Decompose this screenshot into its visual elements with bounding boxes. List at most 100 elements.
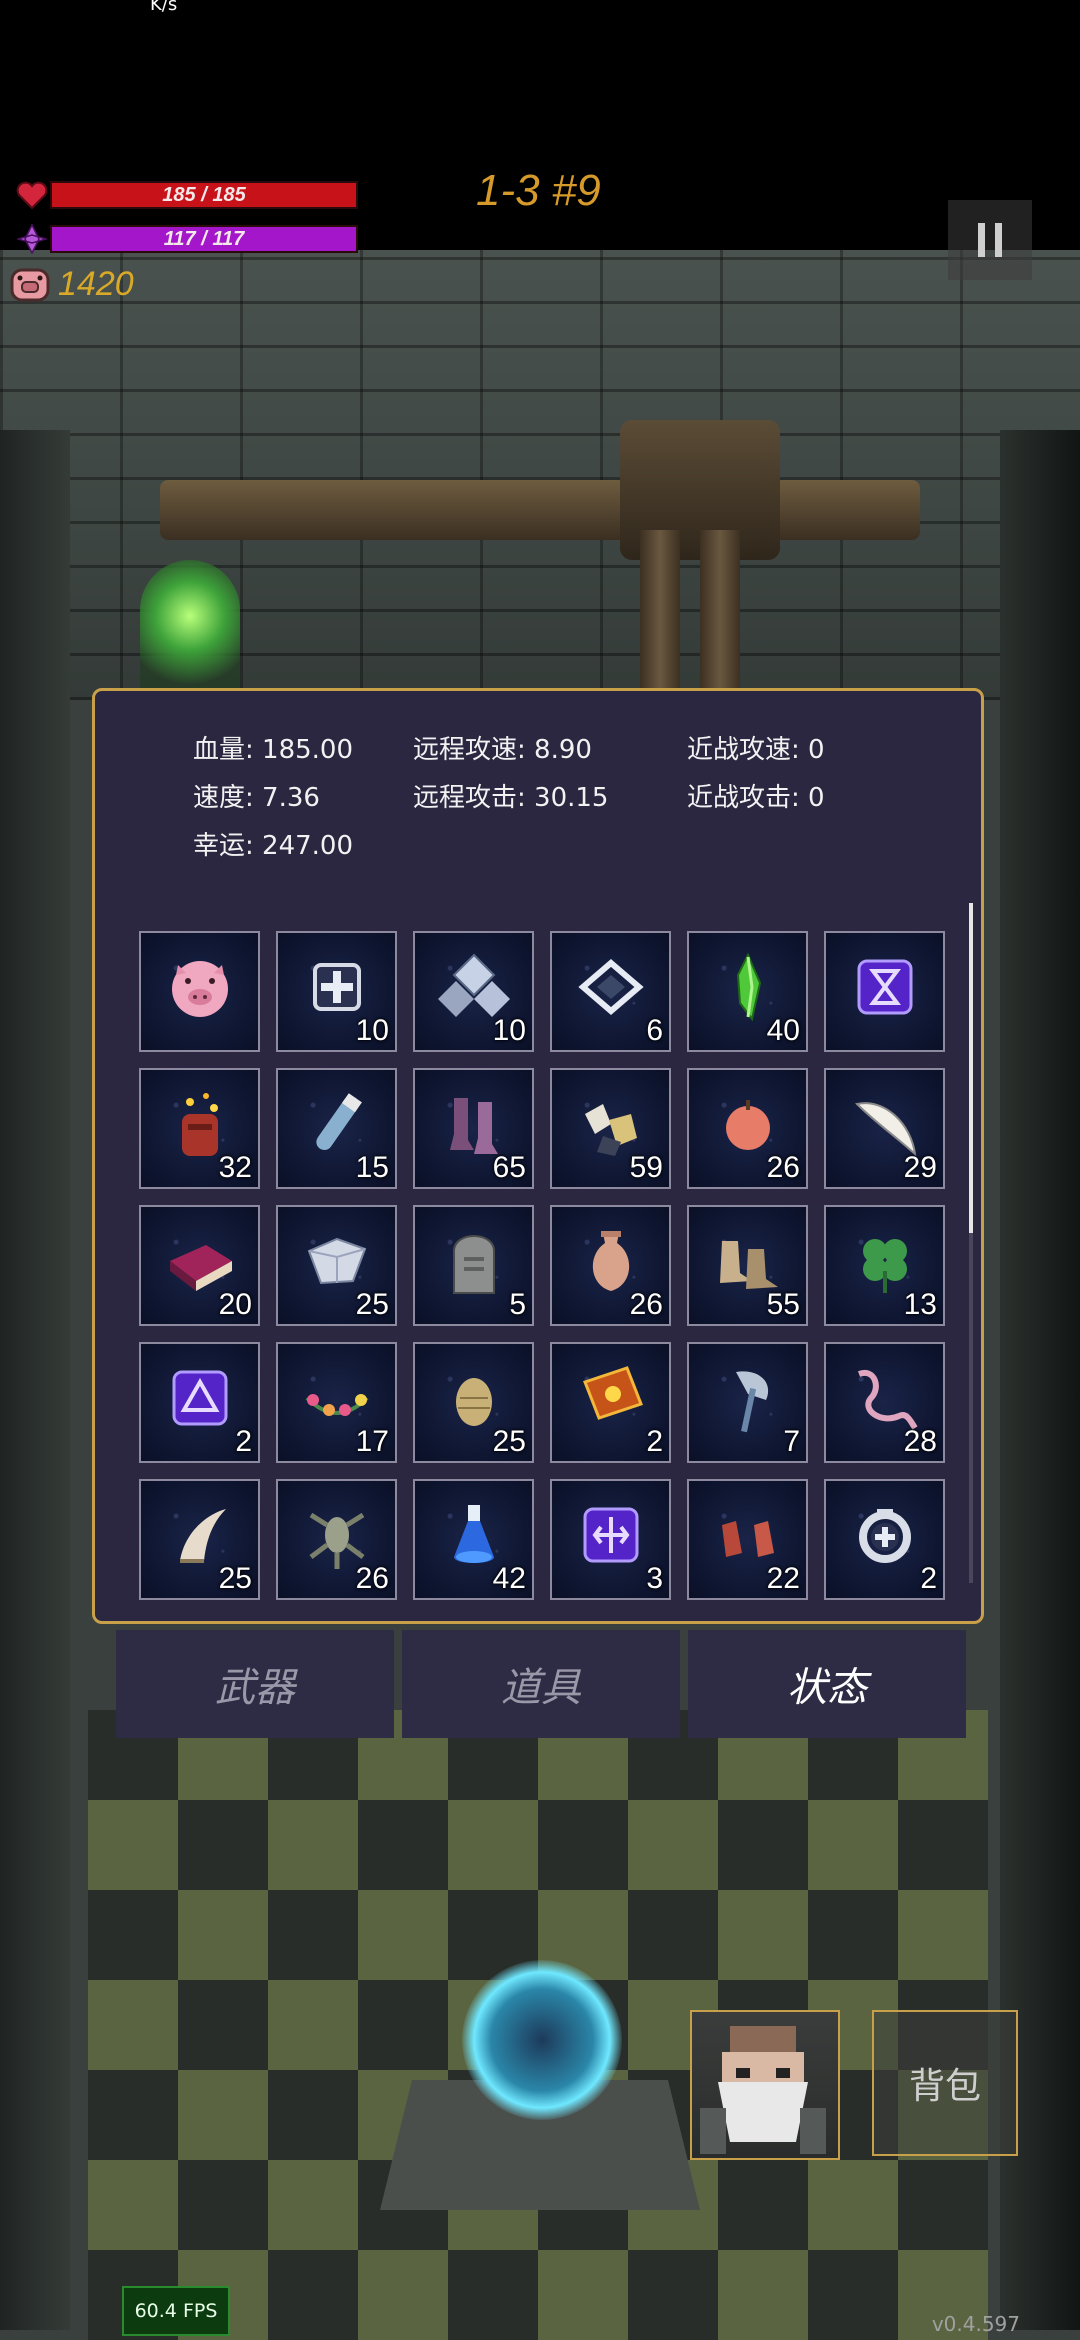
item-count: 32 (218, 1151, 252, 1184)
inventory-slot[interactable]: 29 (824, 1068, 945, 1189)
triangle-rune-icon (172, 1370, 227, 1426)
inventory-slot[interactable]: 20 (139, 1205, 260, 1326)
item-count: 40 (766, 1014, 800, 1047)
item-count: 15 (355, 1151, 389, 1184)
inventory-slot[interactable]: 25 (413, 1342, 534, 1463)
inventory-slot[interactable]: 32 (139, 1068, 260, 1189)
item-count: 2 (920, 1562, 937, 1595)
item-count: 28 (903, 1425, 937, 1458)
inventory-slot[interactable]: 7 (687, 1342, 808, 1463)
item-grid: 10 10 6 40 32 15 65 59 26 29 20 25 5 26 55 13 2 17 25 2 7 28 2… (139, 931, 945, 1600)
item-count: 59 (629, 1151, 663, 1184)
inventory-slot[interactable]: 2 (139, 1342, 260, 1463)
item-count: 26 (766, 1151, 800, 1184)
inventory-slot[interactable]: 13 (824, 1205, 945, 1326)
silver-ring-icon (858, 1508, 911, 1563)
scrollbar[interactable] (969, 903, 973, 1583)
coin-counter: 1420 (8, 264, 134, 304)
inventory-slot[interactable]: 5 (413, 1205, 534, 1326)
item-count: 25 (492, 1425, 526, 1458)
inventory-slot[interactable]: 10 (276, 931, 397, 1052)
inventory-slot[interactable]: 22 (687, 1479, 808, 1600)
item-count: 55 (766, 1288, 800, 1321)
item-count: 10 (355, 1014, 389, 1047)
golden-tome-icon (582, 1365, 643, 1420)
pig-coin-icon (10, 268, 50, 302)
tab-status[interactable]: 状态 (688, 1630, 966, 1738)
glowing-jar (140, 560, 240, 700)
inventory-slot[interactable]: 25 (276, 1205, 397, 1326)
stat-hp: 血量: 185.00 (193, 735, 354, 765)
split-rune-icon (583, 1507, 638, 1563)
scroll-thumb[interactable] (969, 903, 973, 1233)
item-count: 17 (355, 1425, 389, 1458)
heart-icon (14, 180, 50, 210)
inventory-slot[interactable]: 26 (550, 1205, 671, 1326)
tab-weapons[interactable]: 武器 (116, 1630, 394, 1738)
inventory-slot[interactable]: 3 (550, 1479, 671, 1600)
item-count: 65 (492, 1151, 526, 1184)
portal-vortex (462, 1960, 622, 2120)
health-value: 185 / 185 (162, 184, 246, 206)
item-count: 25 (218, 1562, 252, 1595)
coin-value: 1420 (58, 264, 134, 303)
inventory-slot[interactable] (824, 931, 945, 1052)
item-count: 22 (766, 1562, 800, 1595)
inventory-slot[interactable]: 26 (687, 1068, 808, 1189)
inventory-slot[interactable]: 59 (550, 1068, 671, 1189)
level-indicator: 1-3 #9 (476, 166, 601, 215)
bag-button[interactable]: 背包 (872, 2010, 1018, 2156)
steam-pipe (700, 530, 740, 700)
mana-bar-row: 117 / 117 (14, 224, 358, 254)
panel-tabs: 武器 道具 状态 (116, 1630, 966, 1738)
piggy-bank-icon (171, 960, 228, 1017)
inventory-slot[interactable]: 40 (687, 931, 808, 1052)
item-count: 20 (218, 1288, 252, 1321)
inventory-slot[interactable]: 15 (276, 1068, 397, 1189)
inventory-slot[interactable]: 17 (276, 1342, 397, 1463)
diamond-rune-icon (577, 958, 644, 1015)
inventory-slot[interactable]: 25 (139, 1479, 260, 1600)
pause-icon (978, 223, 985, 257)
hero-portrait[interactable] (690, 2010, 840, 2160)
item-count: 10 (492, 1014, 526, 1047)
stat-luck: 幸运: 247.00 (193, 831, 354, 861)
inventory-slot[interactable]: 55 (687, 1205, 808, 1326)
stat-ranged-attack: 远程攻击: 30.15 (413, 783, 609, 813)
hourglass-rune-icon (857, 959, 912, 1015)
inventory-slot[interactable]: 10 (413, 931, 534, 1052)
mana-bar: 117 / 117 (50, 225, 358, 253)
stat-speed: 速度: 7.36 (193, 783, 320, 813)
inventory-slot[interactable]: 26 (276, 1479, 397, 1600)
tombstone-icon (452, 1234, 495, 1294)
system-status-bar: K/s (0, 0, 1080, 15)
inventory-slot[interactable]: 6 (550, 931, 671, 1052)
inventory-slot[interactable] (139, 931, 260, 1052)
item-count: 5 (509, 1288, 526, 1321)
stat-ranged-speed: 远程攻速: 8.90 (413, 735, 592, 765)
inventory-slot[interactable]: 2 (550, 1342, 671, 1463)
item-count: 2 (646, 1425, 663, 1458)
item-count: 42 (492, 1562, 526, 1595)
inventory-slot[interactable]: 28 (824, 1342, 945, 1463)
version-label: v0.4.597 (931, 2312, 1020, 2336)
pause-button[interactable] (948, 200, 1032, 280)
axe-icon (735, 1371, 768, 1433)
stat-melee-speed: 近战攻速: 0 (687, 735, 825, 765)
item-count: 2 (235, 1425, 252, 1458)
inventory-slot[interactable]: 2 (824, 1479, 945, 1600)
item-count: 3 (646, 1562, 663, 1595)
tab-items[interactable]: 道具 (402, 1630, 680, 1738)
item-count: 26 (355, 1562, 389, 1595)
steam-pipe (640, 530, 680, 700)
item-count: 13 (903, 1288, 937, 1321)
inventory-slot[interactable]: 65 (413, 1068, 534, 1189)
inventory-slot[interactable]: 42 (413, 1479, 534, 1600)
item-count: 26 (629, 1288, 663, 1321)
left-wall (0, 430, 70, 2330)
item-count: 6 (646, 1014, 663, 1047)
mana-value: 117 / 117 (163, 228, 245, 250)
item-count: 25 (355, 1288, 389, 1321)
health-bar-row: 185 / 185 (14, 180, 358, 210)
net-speed: K/s (150, 0, 178, 15)
